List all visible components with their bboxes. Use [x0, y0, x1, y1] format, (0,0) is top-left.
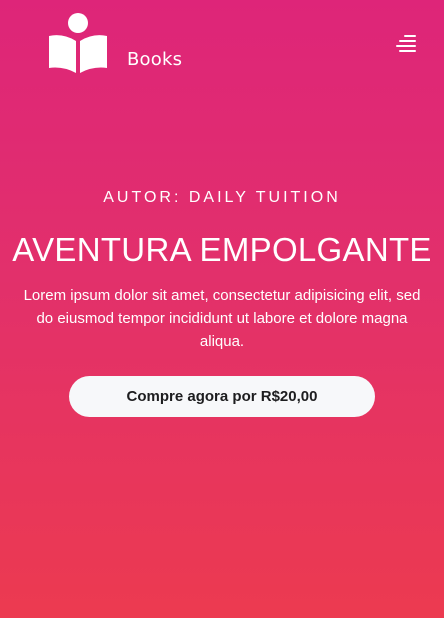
navbar: Books: [0, 0, 444, 100]
brand-link[interactable]: Books: [47, 12, 182, 74]
book-reader-icon: [49, 13, 107, 73]
hamburger-menu-icon[interactable]: [396, 35, 416, 53]
buy-now-button[interactable]: Compre agora por R$20,00: [69, 376, 375, 417]
book-description: Lorem ipsum dolor sit amet, consectetur …: [23, 287, 421, 350]
author-line: AUTOR: DAILY TUITION: [103, 189, 341, 206]
book-title: AVENTURA EMPOLGANTE: [12, 231, 432, 268]
hero-section: AUTOR: DAILY TUITION AVENTURA EMPOLGANTE…: [0, 188, 444, 417]
brand-name: Books: [127, 49, 183, 70]
